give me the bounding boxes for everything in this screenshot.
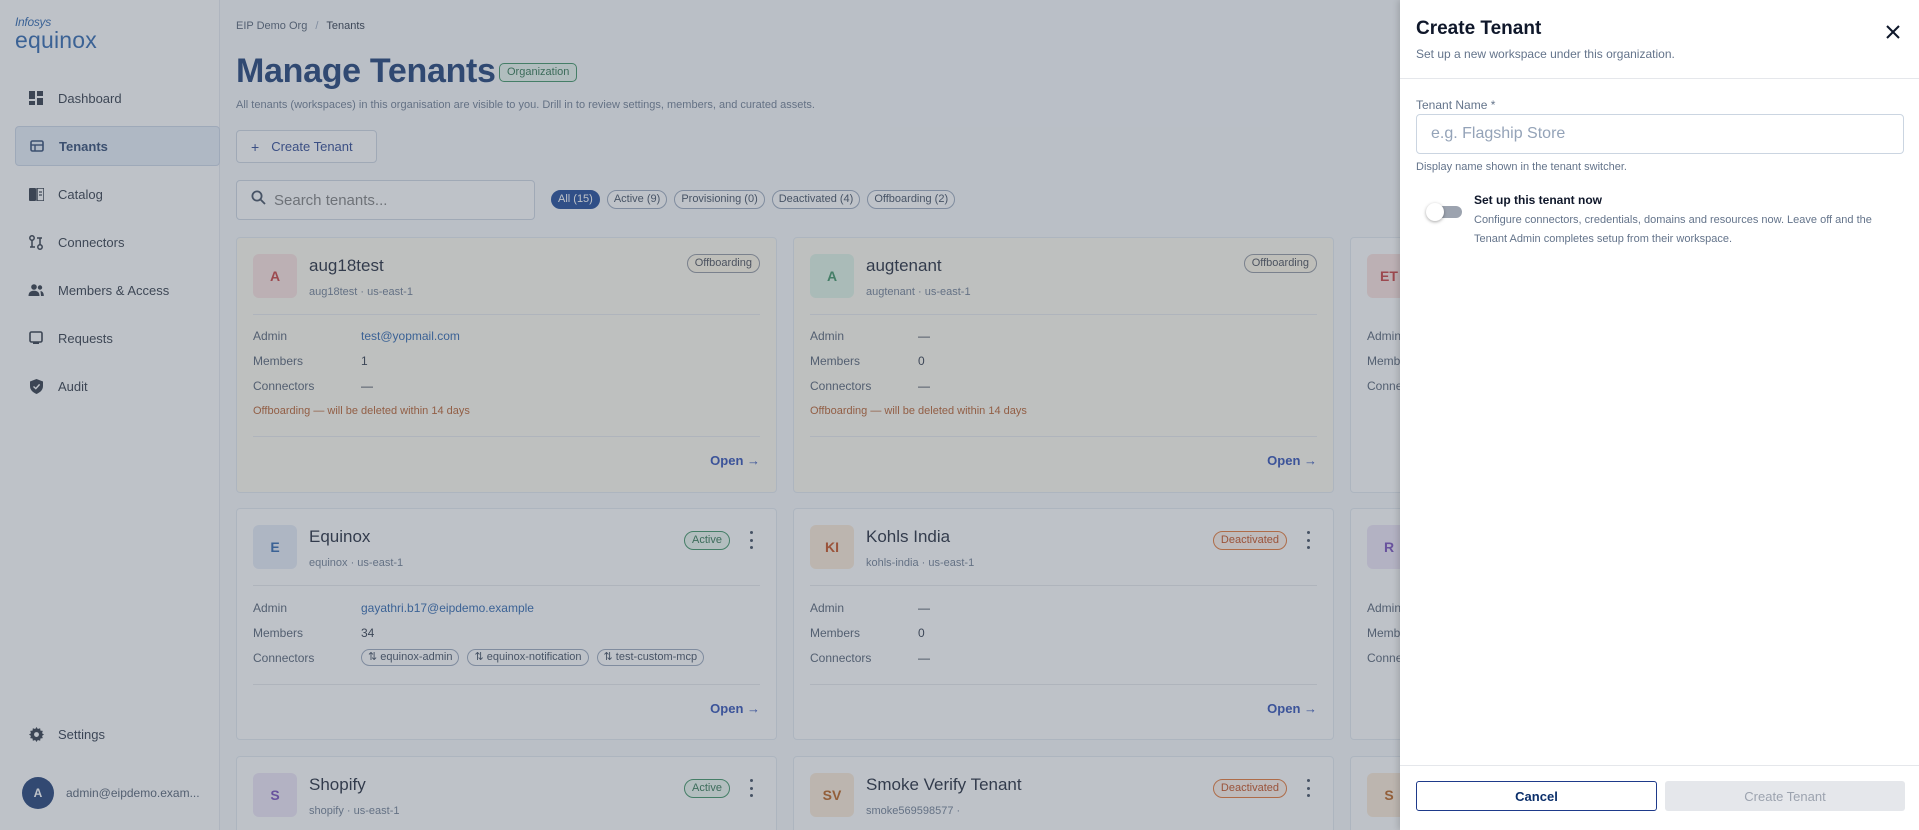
tenant-name-label: Tenant Name * — [1416, 98, 1496, 112]
tenant-name-help: Display name shown in the tenant switche… — [1416, 161, 1627, 173]
drawer-title: Create Tenant — [1416, 18, 1542, 39]
setup-now-toggle[interactable] — [1426, 203, 1462, 221]
tenant-name-input[interactable] — [1416, 114, 1904, 154]
drawer-subtitle: Set up a new workspace under this organi… — [1416, 47, 1675, 61]
cancel-button[interactable]: Cancel — [1416, 781, 1657, 811]
create-tenant-drawer: Create Tenant Set up a new workspace und… — [1400, 0, 1919, 830]
drawer-divider — [1400, 78, 1919, 79]
setup-now-title: Set up this tenant now — [1474, 193, 1602, 207]
drawer-divider — [1400, 765, 1919, 766]
drawer-backdrop[interactable] — [0, 0, 1400, 830]
setup-now-description: Configure connectors, credentials, domai… — [1474, 214, 1872, 245]
toggle-knob — [1426, 203, 1444, 221]
create-tenant-submit-button[interactable]: Create Tenant — [1665, 781, 1905, 811]
close-icon[interactable] — [1883, 22, 1903, 42]
